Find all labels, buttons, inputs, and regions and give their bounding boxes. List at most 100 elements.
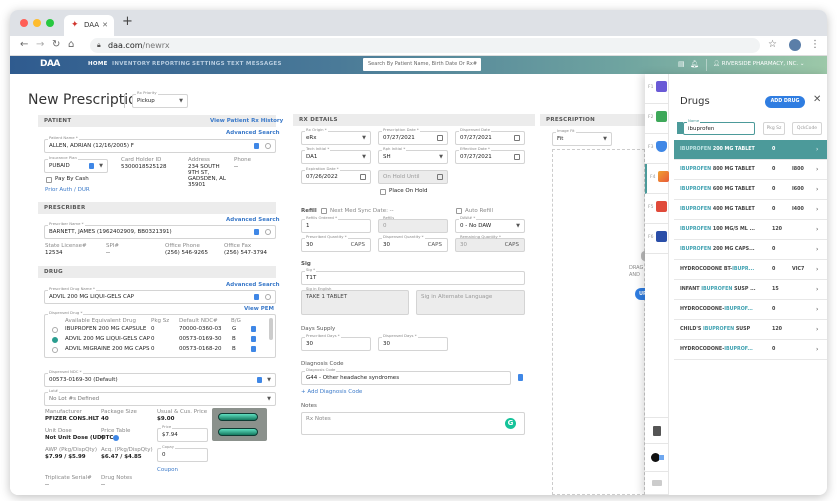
f2-prescriber-tab[interactable]: F2 — [645, 104, 669, 134]
nav-settings[interactable]: SETTINGS — [192, 61, 225, 67]
url-field[interactable]: 🔒︎ daa.com/newrx — [90, 38, 760, 53]
lot-select[interactable]: Lot# No Lot #s Defined ▼ — [44, 388, 276, 406]
drug-profile-icon[interactable] — [254, 294, 259, 300]
prior-auth-link[interactable]: Prior Auth / DUR — [45, 187, 90, 193]
forward-icon[interactable]: → — [36, 39, 44, 50]
coupon-link[interactable]: Coupon — [157, 467, 178, 473]
drug-image[interactable] — [212, 408, 267, 441]
close-tab-icon[interactable]: ✕ — [102, 15, 108, 36]
drug-settings-icon[interactable] — [265, 294, 271, 300]
dispensed-days-field[interactable]: Dispensed Days * 30 — [378, 333, 448, 351]
rph-initial-select[interactable]: Rph Initial * SH ▼ — [378, 146, 448, 164]
prescribed-drug-field[interactable]: Prescribed Drug Name * ADVIL 200 MG LIQU… — [44, 286, 276, 304]
on-hold-until-field[interactable]: On Hold Until — [378, 170, 448, 184]
rx-priority-select[interactable]: Rx Priority Pickup ▼ — [132, 90, 188, 108]
diagnosis-code-field[interactable]: Diagnosis Code G44 - Other headache synd… — [301, 367, 511, 385]
browser-menu-icon[interactable]: ⋮ — [810, 39, 820, 50]
drug-name-search-input[interactable]: Name ibuprofen — [683, 118, 755, 135]
insurance-plan-select[interactable]: Insurance Plan PUBAID ▼ — [44, 155, 108, 173]
copay-field[interactable]: Copay 0 — [157, 444, 208, 462]
user-menu[interactable]: 👤︎ RIVERSIDE PHARMACY, INC. ⌄ — [713, 61, 805, 67]
f1-patients-tab[interactable]: F1 — [645, 74, 669, 104]
f6-hospital-tab[interactable]: F6 — [645, 224, 669, 254]
place-on-hold-checkbox[interactable] — [380, 189, 386, 195]
add-diagnosis-code-link[interactable]: + Add Diagnosis Code — [301, 389, 362, 395]
f5-pharmacy-tab[interactable]: F5 — [645, 194, 669, 224]
close-panel-icon[interactable]: ✕ — [813, 94, 821, 105]
drug-result-row[interactable]: IBUPROFEN 800 MG TABLET 0 I800 › — [674, 160, 827, 180]
calendar-icon[interactable] — [437, 135, 443, 141]
minimize-window-button[interactable] — [33, 19, 41, 27]
pay-by-cash-checkbox[interactable] — [46, 177, 52, 183]
new-tab-button[interactable]: + — [122, 14, 133, 29]
f3-insurance-tab[interactable]: F3 — [645, 134, 669, 164]
maximize-window-button[interactable] — [46, 19, 54, 27]
dispensed-quantity-field[interactable]: Dispensed Quantity * 30 CAPS — [378, 234, 448, 252]
equiv-radio-selected[interactable] — [52, 337, 58, 343]
equiv-info-icon[interactable] — [251, 336, 256, 342]
equiv-info-icon[interactable] — [251, 346, 256, 352]
daa-logo[interactable]: DAA — [40, 59, 60, 69]
equiv-scrollbar[interactable] — [269, 318, 273, 340]
prescriber-profile-icon[interactable] — [254, 229, 259, 235]
price-field[interactable]: Price $7.94 — [157, 424, 208, 442]
quick-code-filter-input[interactable]: QckCode — [792, 122, 822, 135]
price-table-info-icon[interactable] — [113, 435, 119, 441]
auto-refill-checkbox[interactable] — [456, 208, 462, 214]
drug-result-row[interactable]: HYDROCODONE BT-IBUPR... 0 VIC7 › — [674, 260, 827, 280]
patient-settings-icon[interactable] — [265, 143, 271, 149]
drug-result-row[interactable]: INFANT IBUPROFEN SUSP ... 15 › — [674, 280, 827, 300]
insurance-profile-icon[interactable] — [89, 163, 94, 169]
calendar-icon[interactable] — [514, 135, 520, 141]
sig-alternate-language-field[interactable]: Sig in Alternate Language — [416, 290, 525, 315]
calendar-icon[interactable] — [514, 154, 520, 160]
expiration-date-field[interactable]: Expiration Date * 07/26/2022 — [301, 166, 371, 184]
patient-search-input[interactable]: Search By Patient Name, Birth Date Or Rx… — [363, 58, 481, 71]
notification-bell-icon[interactable]: 🔔︎ — [690, 60, 699, 68]
equiv-info-icon[interactable] — [251, 326, 256, 332]
calendar-icon[interactable] — [360, 174, 366, 180]
rx-notes-textarea[interactable]: Rx Notes G — [301, 412, 525, 435]
dispensed-ndc-select[interactable]: Dispensed NDC * 00573-0169-30 (Default) … — [44, 369, 276, 387]
nav-text-messages[interactable]: TEXT MESSAGES — [227, 61, 282, 67]
add-drug-button[interactable]: ADD DRUG — [765, 96, 805, 108]
drug-result-row[interactable]: HYDROCODONE-IBUPROF... 0 › — [674, 300, 827, 320]
prescription-date-field[interactable]: Prescription Date * 07/27/2021 — [378, 127, 448, 145]
calculator-button[interactable] — [645, 417, 669, 444]
prescribed-days-field[interactable]: Prescribed Days * 30 — [301, 333, 371, 351]
next-med-sync-checkbox[interactable] — [321, 208, 327, 214]
back-icon[interactable]: ← — [20, 39, 28, 50]
pkg-size-filter-input[interactable]: Pkg Sz — [763, 122, 785, 135]
image-fit-select[interactable]: Image Fit Fit ▼ — [552, 128, 612, 146]
patient-name-field[interactable]: Patient Name * ALLEN, ADRIAN (12/16/2005… — [44, 135, 276, 153]
profile-avatar[interactable] — [789, 39, 801, 51]
dispensed-date-field[interactable]: Dispensed Date 07/27/2021 — [455, 127, 525, 145]
equiv-radio[interactable] — [52, 327, 58, 333]
keyboard-button[interactable] — [645, 472, 669, 495]
daw-select[interactable]: DAW# * 0 - No DAW ▼ — [455, 215, 525, 233]
drug-result-row[interactable]: IBUPROFEN 200 MG CAPS... 0 › — [674, 240, 827, 260]
grammarly-icon[interactable]: G — [505, 418, 516, 429]
drug-result-row[interactable]: IBUPROFEN 200 MG TABLET 0 › — [674, 140, 827, 160]
patient-profile-icon[interactable] — [254, 143, 259, 149]
rx-origin-select[interactable]: Rx Origin * eRx ▼ — [301, 127, 371, 145]
prescription-drop-zone[interactable]: DRAG AND UP — [552, 149, 649, 495]
nav-home[interactable]: HOME — [88, 61, 108, 67]
tech-initial-select[interactable]: Tech Initial * DA1 ▼ — [301, 146, 371, 164]
browser-tab[interactable]: ✦ DAA ✕ — [64, 15, 114, 36]
nav-reporting[interactable]: REPORTING — [152, 61, 190, 67]
drug-advanced-search-link[interactable]: Advanced Search — [226, 282, 280, 288]
document-icon[interactable]: ▤ — [678, 60, 685, 68]
view-patient-rx-history-link[interactable]: View Patient Rx History — [210, 118, 283, 124]
prescriber-advanced-search-link[interactable]: Advanced Search — [226, 217, 280, 223]
home-icon[interactable]: ⌂ — [68, 39, 74, 50]
f4-drugs-tab[interactable]: F4 — [645, 164, 669, 194]
prescribed-quantity-field[interactable]: Prescribed Quantity * 30 CAPS — [301, 234, 371, 252]
reload-icon[interactable]: ↻ — [52, 39, 60, 50]
refills-ordered-field[interactable]: Refills Ordered * 1 — [301, 215, 371, 233]
delete-diagnosis-trash-icon[interactable] — [518, 374, 523, 381]
drug-result-row[interactable]: CHILD'S IBUPROFEN SUSP 120 › — [674, 320, 827, 340]
ndc-info-icon[interactable] — [257, 377, 262, 383]
nav-inventory[interactable]: INVENTORY — [112, 61, 150, 67]
screen-tool-button[interactable] — [645, 444, 669, 472]
